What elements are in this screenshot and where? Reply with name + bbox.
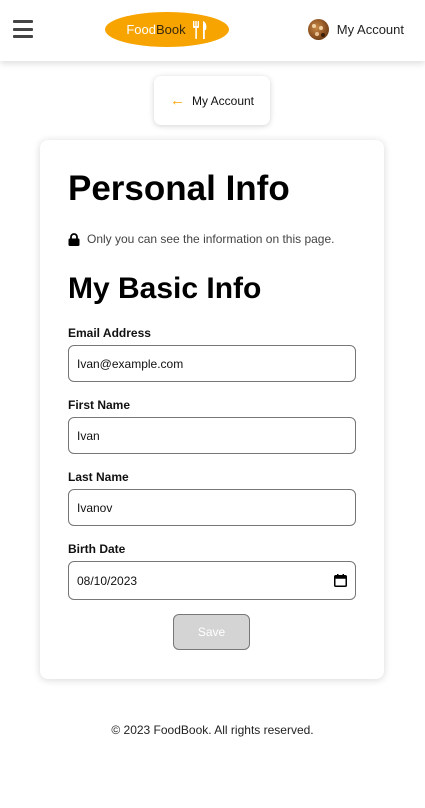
birth-date-label: Birth Date <box>68 542 126 556</box>
fork-knife-icon <box>192 20 207 39</box>
logo-text-book: Book <box>156 22 186 37</box>
calendar-icon[interactable] <box>334 574 347 587</box>
avatar <box>307 18 329 40</box>
hamburger-menu-icon[interactable] <box>13 20 33 38</box>
save-button[interactable]: Save <box>173 614 250 650</box>
section-title: My Basic Info <box>68 272 262 305</box>
first-name-field[interactable]: Ivan <box>68 417 356 454</box>
birth-date-value: 08/10/2023 <box>77 573 138 588</box>
email-field[interactable]: Ivan@example.com <box>68 345 356 382</box>
back-button-label: My Account <box>191 93 255 108</box>
lock-icon <box>68 232 80 246</box>
birth-date-field[interactable]: 08/10/2023 <box>68 561 356 600</box>
foodbook-logo[interactable]: Food Book <box>105 12 229 47</box>
arrow-left-icon: ← <box>169 92 185 109</box>
email-value: Ivan@example.com <box>77 356 184 371</box>
footer-copyright: © 2023 FoodBook. All rights reserved. <box>111 723 314 737</box>
page-title: Personal Info <box>68 169 290 208</box>
personal-info-card: Personal Info Only you can see the infor… <box>40 140 384 679</box>
email-label: Email Address <box>68 326 151 340</box>
last-name-label: Last Name <box>68 470 129 484</box>
back-to-my-account-button[interactable]: ← My Account <box>154 76 270 125</box>
last-name-value: Ivanov <box>77 500 113 515</box>
logo-text-food: Food <box>126 22 156 37</box>
my-account-link[interactable]: My Account <box>307 18 404 40</box>
first-name-label: First Name <box>68 398 131 412</box>
my-account-label: My Account <box>336 21 404 37</box>
top-header: Food Book My Account <box>0 0 425 61</box>
last-name-field[interactable]: Ivanov <box>68 489 356 526</box>
first-name-value: Ivan <box>77 428 100 443</box>
privacy-note-text: Only you can see the information on this… <box>87 232 335 246</box>
privacy-note: Only you can see the information on this… <box>68 232 334 246</box>
